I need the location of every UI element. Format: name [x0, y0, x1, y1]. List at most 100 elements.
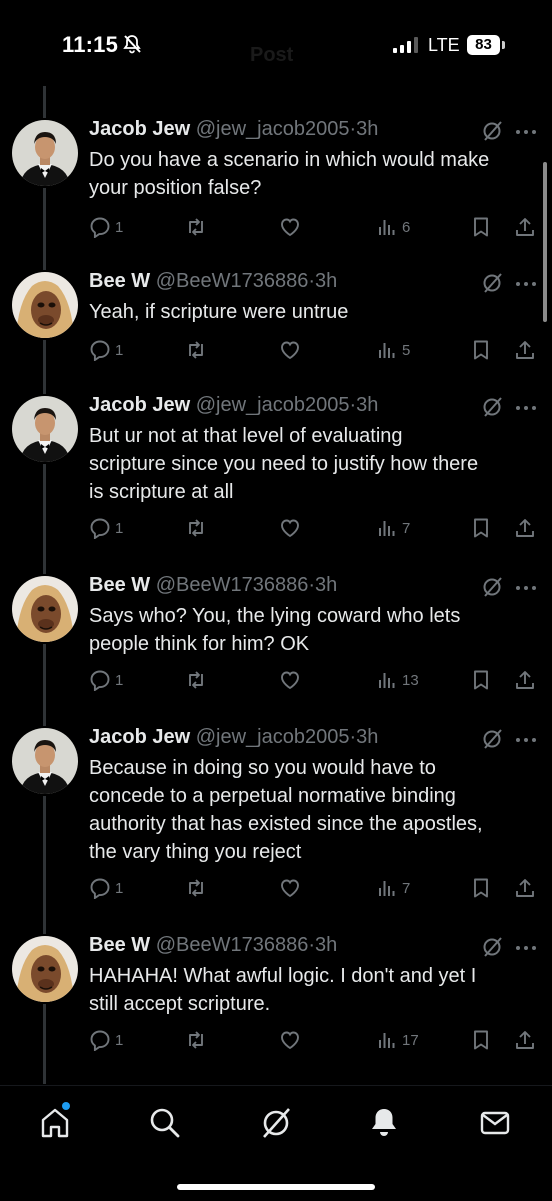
reply-count: 1 — [115, 671, 124, 689]
repost-button[interactable] — [185, 876, 207, 900]
timestamp[interactable]: 3h — [356, 726, 378, 748]
timestamp[interactable]: 3h — [315, 574, 337, 596]
views-icon — [379, 521, 395, 536]
like-button[interactable] — [279, 668, 301, 692]
reply-button[interactable]: 1 — [89, 516, 123, 540]
display-name[interactable]: Jacob Jew — [89, 726, 190, 748]
grok-icon[interactable] — [481, 576, 503, 598]
home-icon[interactable] — [38, 1106, 72, 1140]
repost-button[interactable] — [185, 516, 207, 540]
share-button[interactable] — [514, 215, 536, 239]
tweet-actions: 1 7 — [0, 876, 552, 902]
grok-icon[interactable] — [481, 936, 503, 958]
more-options-icon[interactable] — [515, 129, 537, 135]
avatar[interactable] — [12, 396, 78, 462]
tweet[interactable]: Bee W @BeeW1736886·3h Says who? You, the… — [0, 574, 552, 696]
tweet[interactable]: Bee W @BeeW1736886·3h HAHAHA! What awful… — [0, 934, 552, 1056]
handle[interactable]: @jew_jacob2005 — [196, 726, 350, 748]
avatar[interactable] — [12, 936, 78, 1002]
messages-icon[interactable] — [478, 1106, 512, 1140]
tweet[interactable]: Jacob Jew @jew_jacob2005·3h But ur not a… — [0, 394, 552, 546]
share-button[interactable] — [514, 516, 536, 540]
scrollbar[interactable] — [543, 162, 547, 322]
timestamp[interactable]: 3h — [356, 394, 378, 416]
more-options-icon[interactable] — [515, 945, 537, 951]
avatar[interactable] — [12, 120, 78, 186]
repost-button[interactable] — [185, 338, 207, 362]
grok-icon[interactable] — [481, 272, 503, 294]
grok-icon[interactable] — [481, 728, 503, 750]
thread-line — [43, 86, 46, 118]
search-icon[interactable] — [148, 1106, 182, 1140]
reply-button[interactable]: 1 — [89, 668, 123, 692]
avatar[interactable] — [12, 728, 78, 794]
bookmark-button[interactable] — [470, 1028, 492, 1052]
share-button[interactable] — [514, 668, 536, 692]
grok-icon[interactable] — [481, 120, 503, 142]
display-name[interactable]: Bee W — [89, 574, 150, 596]
share-icon — [516, 1031, 534, 1049]
tweet[interactable]: Jacob Jew @jew_jacob2005·3h Because in d… — [0, 726, 552, 908]
views-button[interactable]: 7 — [376, 516, 410, 540]
like-button[interactable] — [279, 215, 301, 239]
tweet[interactable]: Jacob Jew @jew_jacob2005·3h Do you have … — [0, 118, 552, 240]
views-button[interactable]: 13 — [376, 668, 419, 692]
share-button[interactable] — [514, 876, 536, 900]
reply-button[interactable]: 1 — [89, 338, 123, 362]
bookmark-button[interactable] — [470, 338, 492, 362]
bookmark-button[interactable] — [470, 516, 492, 540]
timestamp[interactable]: 3h — [315, 934, 337, 956]
heart-icon — [281, 879, 299, 898]
avatar[interactable] — [12, 576, 78, 642]
display-name[interactable]: Jacob Jew — [89, 118, 190, 140]
bookmark-icon — [474, 518, 488, 538]
tweet-actions: 1 7 — [0, 516, 552, 542]
bookmark-button[interactable] — [470, 668, 492, 692]
display-name[interactable]: Jacob Jew — [89, 394, 190, 416]
handle[interactable]: @BeeW1736886 — [156, 574, 309, 596]
tweet-header: Bee W @BeeW1736886·3h — [89, 574, 337, 597]
header-title-faded: Post — [250, 44, 294, 66]
more-options-icon[interactable] — [515, 405, 537, 411]
bookmark-button[interactable] — [470, 876, 492, 900]
timestamp[interactable]: 3h — [356, 118, 378, 140]
handle[interactable]: @BeeW1736886 — [156, 270, 309, 292]
like-button[interactable] — [279, 516, 301, 540]
handle[interactable]: @BeeW1736886 — [156, 934, 309, 956]
share-button[interactable] — [514, 338, 536, 362]
display-name[interactable]: Bee W — [89, 270, 150, 292]
repost-button[interactable] — [185, 1028, 207, 1052]
display-name[interactable]: Bee W — [89, 934, 150, 956]
more-options-icon[interactable] — [515, 281, 537, 287]
views-button[interactable]: 6 — [376, 215, 410, 239]
handle[interactable]: @jew_jacob2005 — [196, 118, 350, 140]
more-options-icon[interactable] — [515, 585, 537, 591]
reply-button[interactable]: 1 — [89, 876, 123, 900]
tweet-text: Yeah, if scripture were untrue — [89, 301, 349, 323]
views-icon — [379, 1033, 395, 1048]
like-button[interactable] — [279, 876, 301, 900]
timestamp[interactable]: 3h — [315, 270, 337, 292]
avatar[interactable] — [12, 272, 78, 338]
repost-button[interactable] — [185, 668, 207, 692]
views-button[interactable]: 7 — [376, 876, 410, 900]
share-icon — [516, 218, 534, 236]
reply-button[interactable]: 1 — [89, 215, 123, 239]
bookmark-button[interactable] — [470, 215, 492, 239]
views-button[interactable]: 17 — [376, 1028, 419, 1052]
like-button[interactable] — [279, 1028, 301, 1052]
handle[interactable]: @jew_jacob2005 — [196, 394, 350, 416]
tweet[interactable]: Bee W @BeeW1736886·3h Yeah, if scripture… — [0, 270, 552, 362]
repost-button[interactable] — [185, 215, 207, 239]
grok-icon[interactable] — [481, 396, 503, 418]
grok-icon[interactable] — [259, 1106, 293, 1140]
views-button[interactable]: 5 — [376, 338, 410, 362]
reply-button[interactable]: 1 — [89, 1028, 123, 1052]
share-icon — [516, 519, 534, 537]
like-button[interactable] — [279, 338, 301, 362]
tweet-text: Because in doing so you would have to con… — [89, 757, 483, 863]
share-button[interactable] — [514, 1028, 536, 1052]
notifications-icon[interactable] — [367, 1106, 401, 1140]
more-options-icon[interactable] — [515, 737, 537, 743]
home-indicator[interactable] — [177, 1184, 375, 1190]
